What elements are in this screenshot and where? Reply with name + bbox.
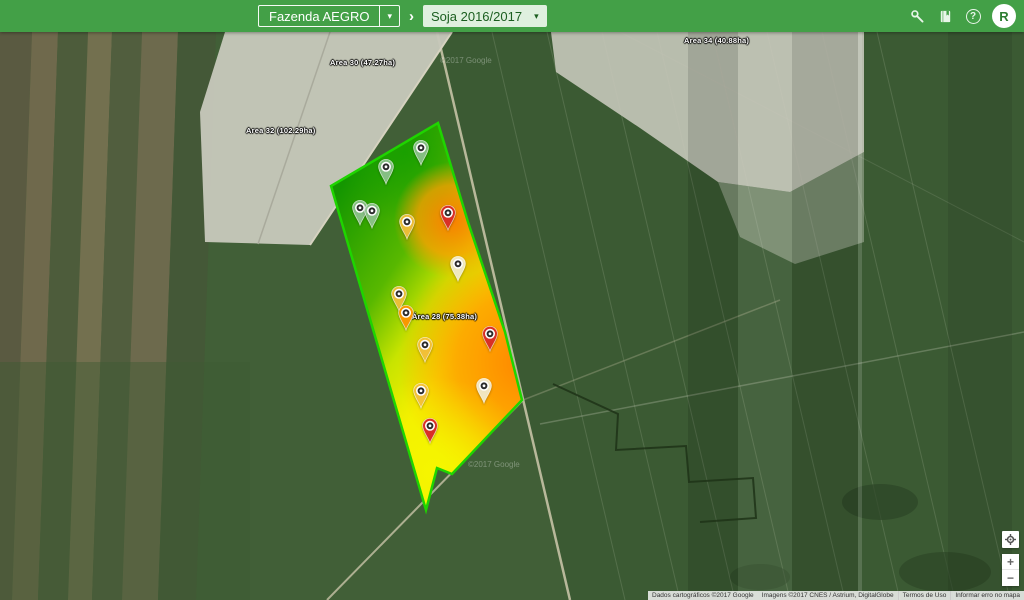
help-icon: ? [966, 9, 981, 24]
tools-button[interactable] [908, 7, 926, 25]
user-avatar[interactable]: R [992, 4, 1016, 28]
map-pin-red[interactable] [438, 203, 458, 231]
map-pin-red[interactable] [420, 416, 440, 444]
my-location-button[interactable] [1002, 531, 1019, 548]
notebook-icon [938, 9, 953, 24]
app-root: Area 30 (47.27ha)Area 32 (102.29ha)Area … [0, 0, 1024, 600]
map-pin-green[interactable] [411, 138, 431, 166]
report-map-error-link[interactable]: Informar erro no mapa [950, 591, 1024, 600]
farm-selector-label: Fazenda AEGRO [259, 6, 379, 26]
my-location-icon [1005, 534, 1016, 545]
map-background [0, 32, 1024, 600]
map-pin-pale[interactable] [474, 376, 494, 404]
attribution-imagery: Imagens ©2017 CNES / Astrium, DigitalGlo… [758, 591, 898, 600]
farm-selector-dropdown[interactable]: Fazenda AEGRO ▾ [258, 5, 400, 27]
map-pin-yellow[interactable] [415, 335, 435, 363]
map-pin-red[interactable] [480, 324, 500, 352]
terms-of-use-link[interactable]: Termos de Uso [898, 591, 951, 600]
map-attribution: Dados cartográficos ©2017 Google Imagens… [648, 591, 1024, 600]
zoom-in-button[interactable]: + [1002, 554, 1019, 570]
season-selector-dropdown[interactable]: Soja 2016/2017 ▾ [423, 5, 547, 27]
wrench-icon [910, 9, 925, 24]
map-pin-green[interactable] [376, 157, 396, 185]
map-pin-pale[interactable] [448, 254, 468, 282]
notebook-button[interactable] [936, 7, 954, 25]
map-controls: + − [1002, 531, 1019, 586]
map-pin-orange[interactable] [396, 303, 416, 331]
season-selector-label: Soja 2016/2017 [431, 9, 522, 24]
map-pin-yellow[interactable] [397, 212, 417, 240]
help-button[interactable]: ? [964, 7, 982, 25]
map-pin-green[interactable] [362, 201, 382, 229]
chevron-down-icon: ▾ [379, 6, 399, 26]
map-pin-yellow[interactable] [411, 381, 431, 409]
zoom-control: + − [1002, 554, 1019, 586]
breadcrumb-separator-icon: › [400, 8, 423, 25]
zoom-out-button[interactable]: − [1002, 570, 1019, 586]
satellite-map[interactable]: Area 30 (47.27ha)Area 32 (102.29ha)Area … [0, 32, 1024, 600]
attribution-data: Dados cartográficos ©2017 Google [648, 591, 758, 600]
chevron-down-icon: ▾ [534, 11, 539, 22]
top-bar: Fazenda AEGRO ▾ › Soja 2016/2017 ▾ [0, 0, 1024, 32]
breadcrumb: Fazenda AEGRO ▾ › Soja 2016/2017 ▾ [258, 0, 547, 32]
top-bar-actions: ? R [908, 0, 1016, 32]
